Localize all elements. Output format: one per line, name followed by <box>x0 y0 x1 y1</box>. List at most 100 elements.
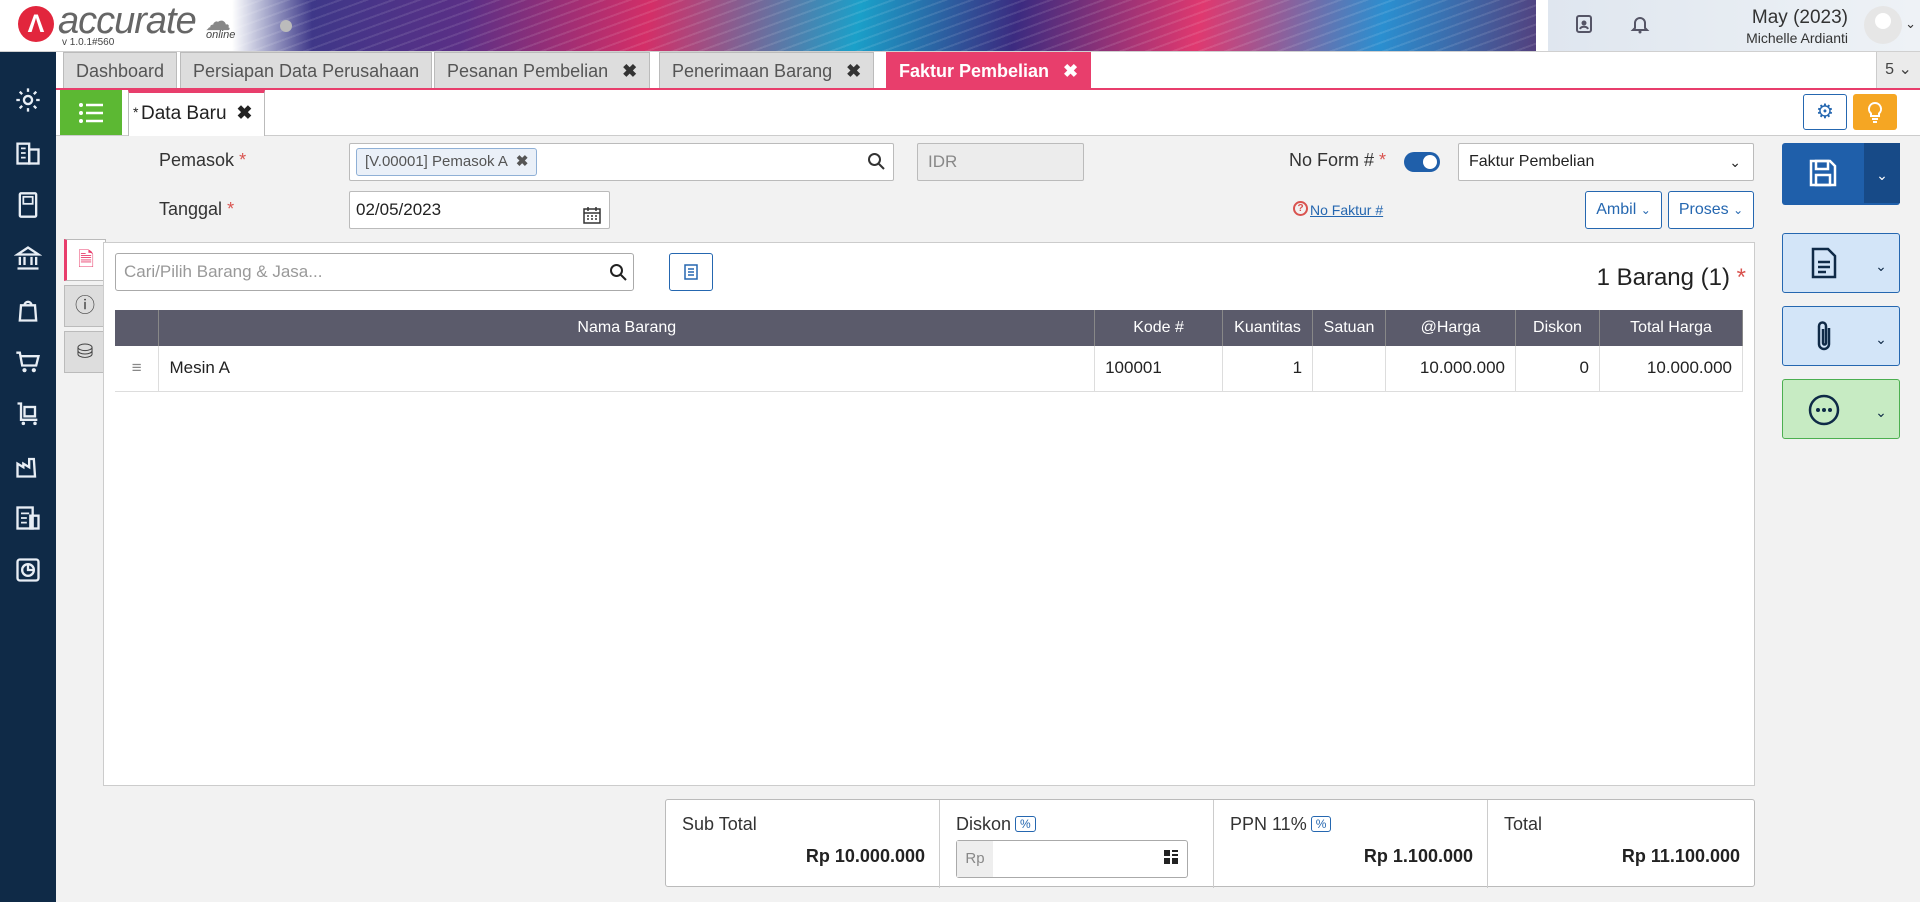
report-icon[interactable] <box>12 554 44 586</box>
close-icon[interactable]: ✖ <box>1063 61 1078 81</box>
supplier-chip: [V.00001] Pemasok A ✖ <box>356 148 538 176</box>
table-row[interactable]: ≡ Mesin A 100001 1 10.000.000 0 10.000.0… <box>115 346 1744 392</box>
ppn-percent-toggle[interactable]: % <box>1310 816 1332 832</box>
chevron-down-icon[interactable]: ⌄ <box>1863 234 1899 294</box>
search-icon[interactable] <box>867 152 885 175</box>
bell-icon[interactable] <box>1630 14 1650 40</box>
save-icon <box>1782 143 1864 203</box>
supplier-input[interactable]: [V.00001] Pemasok A ✖ <box>349 143 894 181</box>
header-banner <box>232 0 1536 51</box>
totals-bar: Sub Total Rp 10.000.000 Diskon% Rp PPN 1… <box>665 799 1755 888</box>
col-nama-barang[interactable]: Nama Barang <box>158 310 1096 346</box>
total-label: Total <box>1504 814 1543 834</box>
form-no-label: No Form # * <box>1289 150 1387 170</box>
chevron-down-icon[interactable]: ⌄ <box>1905 16 1916 32</box>
chevron-down-icon[interactable]: ⌄ <box>1863 380 1899 440</box>
tab-cost[interactable]: ⛁ <box>64 331 106 373</box>
tab-faktur-pembelian[interactable]: Faktur Pembelian ✖ <box>886 52 1092 88</box>
tab-bar: Dashboard Persiapan Data Perusahaan Pesa… <box>56 52 1920 90</box>
drag-handle-icon[interactable]: ≡ <box>115 346 160 392</box>
invoice-no-link[interactable]: No Faktur # <box>1310 202 1383 218</box>
chevron-down-icon: ⌄ <box>1733 203 1744 217</box>
status-dot <box>280 20 292 32</box>
date-label: Tanggal * <box>159 199 235 219</box>
discount-input[interactable]: Rp <box>956 840 1188 878</box>
document-icon: 🗎 <box>77 249 95 271</box>
more-icon <box>1783 380 1865 440</box>
supplier-label: Pemasok * <box>159 150 247 170</box>
tab-dashboard[interactable]: Dashboard <box>63 52 178 88</box>
tab-pesanan-pembelian[interactable]: Pesanan Pembelian ✖ <box>434 52 651 88</box>
ledger-icon[interactable] <box>12 189 44 221</box>
gear-icon[interactable] <box>12 84 44 116</box>
ppn-value: Rp 1.100.000 <box>1363 846 1473 866</box>
paperclip-icon <box>1783 307 1865 367</box>
discount-percent-toggle[interactable]: % <box>1015 816 1036 832</box>
avatar[interactable] <box>1864 6 1902 44</box>
question-icon: ? <box>1293 201 1308 216</box>
list-icon <box>79 103 103 123</box>
close-icon[interactable]: ✖ <box>237 103 253 124</box>
version-label: v 1.0.1#560 <box>62 37 115 48</box>
tab-item-detail[interactable]: 🗎 <box>64 239 106 281</box>
more-actions-button[interactable]: ⌄ <box>1782 379 1900 439</box>
factory-icon[interactable] <box>12 450 44 482</box>
close-icon[interactable]: ✖ <box>622 61 637 81</box>
total-section: Total Rp 11.100.000 <box>1488 800 1754 888</box>
tips-button[interactable] <box>1853 94 1897 130</box>
brand-sub: online <box>206 29 236 41</box>
col-kuantitas[interactable]: Kuantitas <box>1222 310 1314 346</box>
tab-persiapan-data[interactable]: Persiapan Data Perusahaan <box>180 52 433 88</box>
calculator-icon[interactable] <box>1163 849 1179 870</box>
contact-book-icon[interactable] <box>1574 14 1594 40</box>
info-icon: ⓘ <box>75 295 95 317</box>
period-label[interactable]: May (2023) <box>1752 7 1848 29</box>
item-list-button[interactable] <box>669 253 713 291</box>
attachment-button[interactable]: ⌄ <box>1782 306 1900 366</box>
inventory-cart-icon[interactable] <box>12 398 44 430</box>
tab-penerimaan-barang[interactable]: Penerimaan Barang ✖ <box>659 52 875 88</box>
sales-bag-icon[interactable] <box>12 294 44 326</box>
tab-info[interactable]: ⓘ <box>64 285 106 327</box>
cart-icon[interactable] <box>12 346 44 378</box>
remove-icon[interactable]: ✖ <box>516 153 529 170</box>
close-icon[interactable]: ✖ <box>846 61 861 81</box>
tax-icon[interactable] <box>12 502 44 534</box>
list-view-button[interactable] <box>60 90 122 135</box>
currency-field: IDR <box>917 143 1084 181</box>
document-icon <box>684 264 698 280</box>
money-hand-icon: ⛁ <box>76 341 94 363</box>
subtab-data-baru[interactable]: * Data Baru ✖ <box>128 90 266 136</box>
items-table: Nama Barang Kode # Kuantitas Satuan @Har… <box>115 310 1744 392</box>
form-type-select[interactable]: Faktur Pembelian ⌄ <box>1458 143 1754 181</box>
save-button[interactable]: ⌄ <box>1782 143 1900 205</box>
col-satuan[interactable]: Satuan <box>1312 310 1387 346</box>
chevron-down-icon[interactable]: ⌄ <box>1864 143 1900 203</box>
col-diskon[interactable]: Diskon <box>1515 310 1600 346</box>
chevron-down-icon[interactable]: ⌄ <box>1863 307 1899 367</box>
calendar-icon[interactable] <box>583 201 601 237</box>
col-harga[interactable]: @Harga <box>1385 310 1516 346</box>
search-icon[interactable] <box>609 254 627 293</box>
total-value: Rp 11.100.000 <box>1621 846 1740 866</box>
gear-icon: ⚙ <box>1816 101 1834 123</box>
print-button[interactable]: ⌄ <box>1782 233 1900 293</box>
tab-count-dropdown[interactable]: 5 ⌄ <box>1876 52 1920 88</box>
item-search-input[interactable]: Cari/Pilih Barang & Jasa... <box>115 253 634 291</box>
col-total-harga[interactable]: Total Harga <box>1599 310 1744 346</box>
ambil-button[interactable]: Ambil ⌄ <box>1585 191 1662 229</box>
company-icon[interactable] <box>12 137 44 169</box>
document-icon <box>1783 234 1865 294</box>
ppn-label: PPN 11% <box>1230 814 1307 834</box>
proses-button[interactable]: Proses ⌄ <box>1668 191 1754 229</box>
chevron-down-icon: ⌄ <box>1729 154 1741 170</box>
top-bar: Λ accurate ☁ online v 1.0.1#560 May (202… <box>0 0 1920 52</box>
auto-number-toggle[interactable] <box>1404 152 1440 172</box>
chevron-down-icon: ⌄ <box>1640 203 1651 217</box>
col-kode[interactable]: Kode # <box>1094 310 1224 346</box>
sub-tab-bar: * Data Baru ✖ ⚙ <box>56 90 1920 136</box>
settings-button[interactable]: ⚙ <box>1803 94 1847 130</box>
bank-icon[interactable] <box>12 242 44 274</box>
user-name[interactable]: Michelle Ardianti <box>1746 30 1848 46</box>
date-input[interactable]: 02/05/2023 <box>349 191 610 229</box>
